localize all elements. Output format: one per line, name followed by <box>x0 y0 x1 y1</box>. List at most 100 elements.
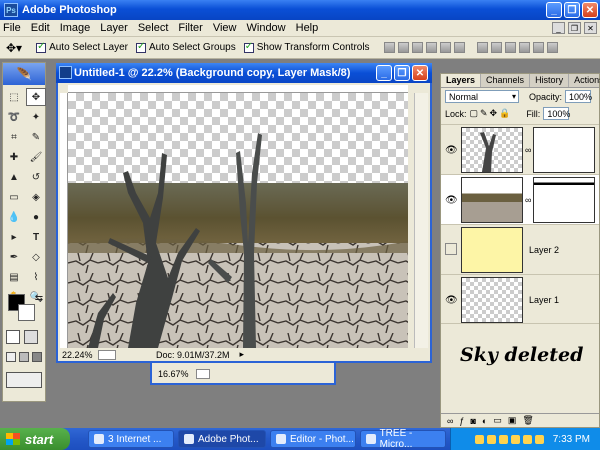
tab-layers[interactable]: Layers <box>441 74 482 87</box>
layer-mask-thumbnail[interactable] <box>533 127 595 173</box>
status-arrow-icon[interactable]: ▸ <box>240 349 245 360</box>
doc-window-close-button[interactable]: ✕ <box>412 65 428 81</box>
checkbox-icon[interactable] <box>136 41 147 53</box>
layer-row[interactable]: 👁 Layer 1 <box>441 274 599 324</box>
align-hcenter-icon[interactable] <box>439 42 451 53</box>
background-color-swatch[interactable] <box>18 304 35 321</box>
menu-edit[interactable]: Edit <box>31 22 50 34</box>
doc-window-minimize-button[interactable]: _ <box>376 65 392 81</box>
checkbox-icon[interactable] <box>243 41 254 53</box>
screen-mode-standard-icon[interactable] <box>6 352 16 362</box>
blend-mode-select[interactable]: Normal ▾ <box>445 90 519 103</box>
layer-style-icon[interactable]: ƒ <box>459 416 464 426</box>
slice-tool-icon[interactable]: ✎ <box>26 128 46 146</box>
blur-tool-icon[interactable]: 💧 <box>4 208 24 226</box>
align-left-icon[interactable] <box>425 42 437 53</box>
tray-icon[interactable] <box>486 434 496 444</box>
layer-name[interactable]: Layer 1 <box>529 295 559 305</box>
distribute-right-icon[interactable] <box>546 42 558 53</box>
distribute-left-icon[interactable] <box>518 42 530 53</box>
quick-mask-mode-icon[interactable] <box>24 330 38 344</box>
chain-link-icon[interactable]: ∞ <box>525 145 531 155</box>
fill-input[interactable]: 100% <box>543 107 570 120</box>
close-button[interactable]: ✕ <box>582 2 598 18</box>
menu-image[interactable]: Image <box>60 22 91 34</box>
vertical-scrollbar[interactable] <box>414 93 428 348</box>
align-top-icon[interactable] <box>383 42 395 53</box>
new-group-icon[interactable]: ▭ <box>493 415 502 426</box>
move-tool-preset-icon[interactable]: ✥▾ <box>6 41 22 55</box>
menu-select[interactable]: Select <box>138 22 169 34</box>
task-editor[interactable]: Editor - Phot... <box>270 430 356 448</box>
layer-row-selected[interactable]: 👁 ∞ <box>441 174 599 224</box>
document-title-bar[interactable]: Untitled-1 @ 22.2% (Background copy, Lay… <box>56 63 432 83</box>
feather-icon[interactable]: 🪶 <box>3 63 45 85</box>
doc-minimize-button[interactable]: _ <box>552 22 565 34</box>
image-canvas[interactable] <box>68 93 408 348</box>
align-bottom-icon[interactable] <box>411 42 423 53</box>
dodge-tool-icon[interactable]: ● <box>26 208 46 226</box>
shape-tool-icon[interactable]: ◇ <box>26 248 46 266</box>
maximize-button[interactable]: ❐ <box>564 2 580 18</box>
minimize-button[interactable]: _ <box>546 2 562 18</box>
type-tool-icon[interactable]: T <box>26 228 46 246</box>
move-tool-icon[interactable]: ✥ <box>26 88 46 106</box>
eye-icon[interactable]: 👁 <box>445 145 458 156</box>
lasso-tool-icon[interactable]: ➰ <box>4 108 24 126</box>
task-photoshop[interactable]: Adobe Phot... <box>178 430 266 448</box>
second-doc-zoom[interactable]: 16.67% <box>158 369 189 379</box>
menu-filter[interactable]: Filter <box>178 22 202 34</box>
chain-link-icon[interactable]: ∞ <box>525 195 531 205</box>
tab-history[interactable]: History <box>530 74 570 87</box>
menu-window[interactable]: Window <box>247 22 286 34</box>
tab-actions[interactable]: Actions <box>569 74 600 87</box>
menu-help[interactable]: Help <box>296 22 319 34</box>
eye-icon[interactable]: 👁 <box>445 195 458 206</box>
magic-wand-tool-icon[interactable]: ✦ <box>26 108 46 126</box>
menu-view[interactable]: View <box>213 22 237 34</box>
link-layers-icon[interactable]: ∞ <box>447 416 453 426</box>
menu-file[interactable]: File <box>3 22 21 34</box>
layer-row[interactable]: Layer 2 <box>441 224 599 274</box>
layer-mask-thumbnail[interactable] <box>533 177 595 223</box>
pen-tool-icon[interactable]: ✒ <box>4 248 24 266</box>
clone-stamp-tool-icon[interactable]: ▲ <box>4 168 24 186</box>
layer-row[interactable]: 👁 ∞ <box>441 124 599 174</box>
align-right-icon[interactable] <box>453 42 465 53</box>
trash-icon[interactable]: 🗑 <box>522 415 533 426</box>
healing-brush-tool-icon[interactable]: ✚ <box>4 148 24 166</box>
tray-icon[interactable] <box>510 434 520 444</box>
tray-icon[interactable] <box>522 434 532 444</box>
standard-mode-icon[interactable] <box>6 330 20 344</box>
task-tree[interactable]: TREE - Micro... <box>360 428 446 450</box>
distribute-top-icon[interactable] <box>476 42 488 53</box>
tray-icon[interactable] <box>474 434 484 444</box>
task-internet[interactable]: 3 Internet ... <box>88 430 174 448</box>
eye-icon[interactable]: 👁 <box>445 295 458 306</box>
tray-icon[interactable] <box>498 434 508 444</box>
layer-name[interactable]: Layer 2 <box>529 245 559 255</box>
second-doc-status-icon[interactable] <box>196 369 210 379</box>
menu-layer[interactable]: Layer <box>100 22 128 34</box>
path-selection-tool-icon[interactable]: ▸ <box>4 228 24 246</box>
auto-select-layer-option[interactable]: Auto Select Layer <box>36 41 128 53</box>
start-button[interactable]: start <box>0 428 70 450</box>
doc-window-maximize-button[interactable]: ❐ <box>394 65 410 81</box>
eye-hidden-icon[interactable] <box>445 243 457 255</box>
jump-to-imageready-icon[interactable] <box>6 372 42 388</box>
opacity-input[interactable]: 100% <box>565 90 592 103</box>
tab-channels[interactable]: Channels <box>481 74 531 87</box>
status-menu-icon[interactable] <box>98 349 116 360</box>
zoom-level[interactable]: 22.24% <box>62 350 93 360</box>
eraser-tool-icon[interactable]: ▭ <box>4 188 24 206</box>
screen-mode-full-icon[interactable] <box>32 352 42 362</box>
auto-select-groups-option[interactable]: Auto Select Groups <box>136 41 236 53</box>
tray-icon[interactable] <box>534 434 544 444</box>
add-mask-icon[interactable]: ◙ <box>470 416 475 426</box>
eyedropper-tool-icon[interactable]: ⌇ <box>26 268 46 286</box>
checkbox-icon[interactable] <box>36 41 47 53</box>
adjustment-layer-icon[interactable]: ◐ <box>482 416 487 426</box>
show-transform-controls-option[interactable]: Show Transform Controls <box>243 41 370 53</box>
history-brush-tool-icon[interactable]: ↺ <box>26 168 46 186</box>
doc-restore-button[interactable]: ❐ <box>568 22 581 34</box>
